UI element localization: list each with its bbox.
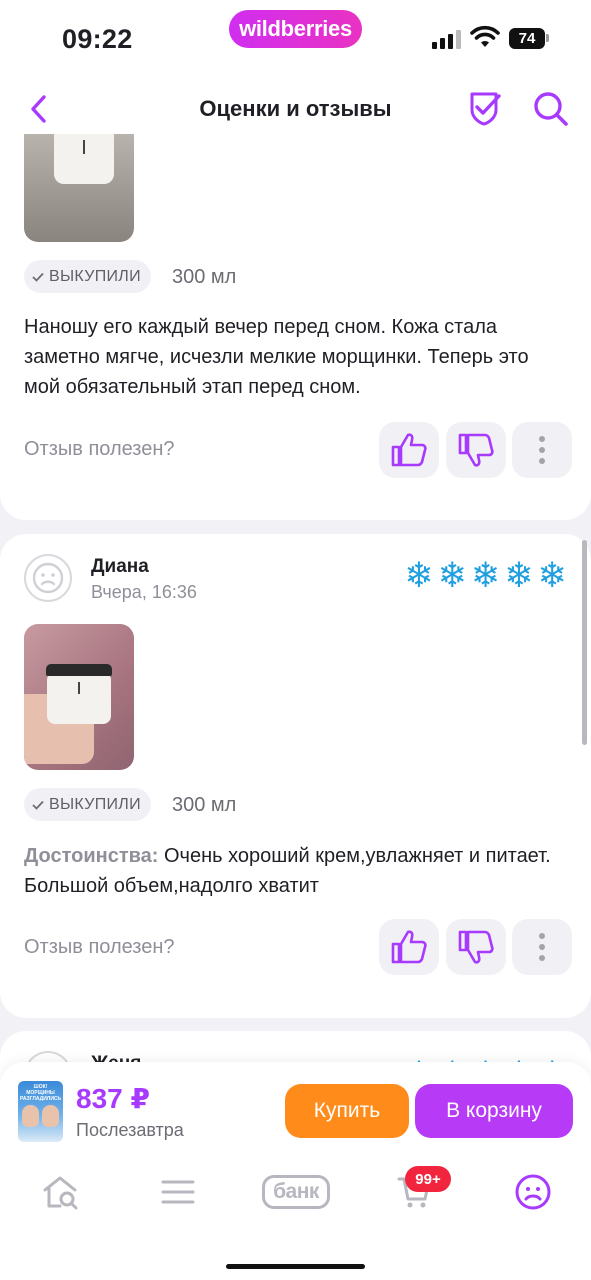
tab-home[interactable] [38, 1168, 82, 1216]
signal-icon [432, 29, 461, 49]
tab-profile[interactable] [512, 1168, 554, 1216]
dislike-button[interactable] [446, 919, 506, 975]
add-to-cart-button[interactable]: В корзину [415, 1084, 573, 1138]
search-button[interactable] [530, 88, 572, 130]
wifi-icon [470, 25, 500, 47]
purchased-label: ВЫКУПИЛИ [49, 267, 141, 285]
search-icon [534, 92, 568, 126]
product-jar [47, 672, 111, 724]
jar-label-mark [83, 140, 85, 154]
avatar [24, 554, 72, 602]
battery-tip [546, 34, 549, 42]
rating-stars: ❄ ❄ ❄ ❄ ❄ [404, 558, 567, 593]
thumbs-down-icon [458, 930, 494, 964]
home-search-icon [43, 1176, 78, 1210]
tab-bank[interactable]: банк [256, 1168, 336, 1216]
check-icon [32, 272, 44, 282]
scrollbar[interactable] [582, 540, 587, 745]
thumbs-up-icon [391, 930, 427, 964]
bank-label: банк [262, 1175, 330, 1209]
snowflake-icon: ❄ [437, 556, 468, 595]
review-card: ВЫКУПИЛИ 300 мл Наношу его каждый вечер … [0, 134, 591, 520]
check-icon [32, 800, 44, 810]
thumbnail-caption: ШОК! МОРЩИНЫ РАЗГЛАДИЛИСЬ [20, 1084, 62, 1102]
thumbs-up-icon [391, 433, 427, 467]
tab-catalog[interactable] [158, 1168, 198, 1216]
variant-volume: 300 мл [172, 266, 237, 288]
snowflake-icon: ❄ [504, 556, 534, 595]
more-vertical-icon [539, 436, 545, 464]
battery-indicator: 74 [509, 28, 545, 49]
review-photo[interactable] [24, 134, 134, 242]
status-bar: 09:22 wildberries 74 [0, 0, 591, 74]
cart-count-badge: 99+ [405, 1166, 451, 1192]
app-pill: wildberries [229, 10, 362, 48]
helpful-prompt: Отзыв полезен? [24, 438, 175, 460]
more-options-button[interactable] [512, 919, 572, 975]
profile-icon [515, 1174, 551, 1210]
product-thumbnail[interactable]: ШОК! МОРЩИНЫ РАЗГЛАДИЛИСЬ [18, 1081, 63, 1142]
shield-check-icon [470, 92, 501, 126]
user-avatar-icon [32, 562, 64, 594]
face-after [42, 1105, 59, 1127]
face-before [22, 1105, 39, 1127]
snowflake-icon: ❄ [471, 556, 501, 595]
purchased-badge: ВЫКУПИЛИ [24, 260, 151, 293]
delivery-date: Послезавтра [76, 1120, 184, 1140]
snowflake-icon: ❄ [537, 556, 567, 595]
review-card: Диана Вчера, 16:36 ❄ ❄ ❄ ❄ ❄ ВЫКУПИЛИ 30… [0, 534, 591, 1018]
menu-icon [161, 1180, 195, 1204]
thumbs-down-icon [458, 433, 494, 467]
more-options-button[interactable] [512, 422, 572, 478]
purchased-badge: ВЫКУПИЛИ [24, 788, 151, 821]
review-text: Достоинства: Очень хороший крем,увлажняе… [24, 841, 569, 901]
more-vertical-icon [539, 933, 545, 961]
product-price: 837 ₽ [76, 1083, 150, 1114]
helpful-prompt: Отзыв полезен? [24, 936, 175, 958]
like-button[interactable] [379, 422, 439, 478]
status-time: 09:22 [62, 24, 133, 54]
review-author: Диана [91, 556, 149, 577]
dislike-button[interactable] [446, 422, 506, 478]
home-indicator [226, 1264, 365, 1269]
review-date: Вчера, 16:36 [91, 582, 197, 602]
pros-label: Достоинства: [24, 845, 159, 867]
product-jar-lid [46, 664, 112, 676]
purchased-label: ВЫКУПИЛИ [49, 795, 141, 813]
buy-button[interactable]: Купить [285, 1084, 409, 1138]
bottom-tab-bar: банк [0, 1160, 591, 1224]
review-photo[interactable] [24, 624, 134, 770]
review-text: Наношу его каждый вечер перед сном. Кожа… [24, 316, 529, 398]
jar-label-mark [78, 682, 80, 694]
like-button[interactable] [379, 919, 439, 975]
verified-reviews-button[interactable] [466, 88, 506, 128]
snowflake-icon: ❄ [404, 556, 434, 595]
variant-volume: 300 мл [172, 794, 237, 816]
